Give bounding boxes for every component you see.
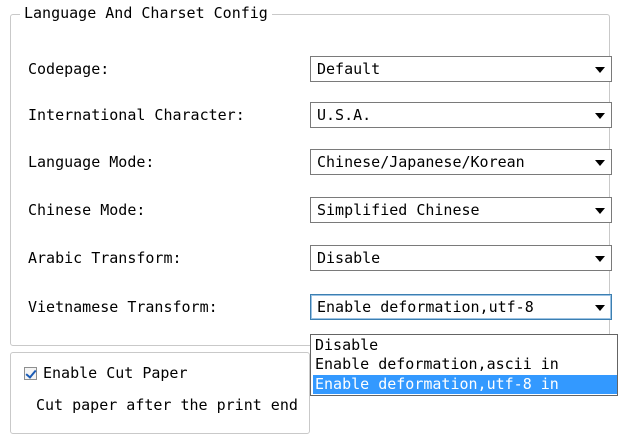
vietnamese-transform-select[interactable]: Enable deformation,utf-8 [310,294,612,320]
chevron-down-icon [595,67,605,73]
dropdown-option-ascii[interactable]: Enable deformation,ascii in [313,355,617,374]
enable-cut-paper-checkbox[interactable]: Enable Cut Paper [20,364,192,382]
vietnamese-transform-label: Vietnamese Transform: [28,298,218,316]
cut-paper-description: Cut paper after the print end [36,396,298,414]
language-mode-select[interactable]: Chinese/Japanese/Korean [310,149,612,175]
group-title: Language And Charset Config [20,4,272,22]
chevron-down-icon [595,160,605,166]
dropdown-option-utf8[interactable]: Enable deformation,utf-8 in [313,375,617,394]
chevron-down-icon [595,305,605,311]
language-mode-label: Language Mode: [28,153,155,171]
chinese-mode-label: Chinese Mode: [28,201,146,219]
codepage-select[interactable]: Default [310,56,612,82]
arabic-transform-select[interactable]: Disable [310,245,612,271]
arabic-transform-value: Disable [317,249,381,267]
codepage-label: Codepage: [28,60,110,78]
chevron-down-icon [595,256,605,262]
arabic-transform-label: Arabic Transform: [28,249,182,267]
checkbox-checked-icon[interactable] [24,366,37,380]
codepage-value: Default [317,60,381,78]
vietnamese-transform-dropdown[interactable]: Disable Enable deformation,ascii in Enab… [310,334,618,396]
vietnamese-transform-value: Enable deformation,utf-8 [317,298,534,316]
chinese-mode-select[interactable]: Simplified Chinese [310,197,612,223]
international-character-select[interactable]: U.S.A. [310,102,612,128]
international-character-value: U.S.A. [317,106,372,124]
enable-cut-paper-label: Enable Cut Paper [43,364,188,382]
dropdown-option-disable[interactable]: Disable [313,336,617,355]
language-mode-value: Chinese/Japanese/Korean [317,153,525,171]
international-character-label: International Character: [28,106,245,124]
chinese-mode-value: Simplified Chinese [317,201,480,219]
chevron-down-icon [595,113,605,119]
chevron-down-icon [595,208,605,214]
